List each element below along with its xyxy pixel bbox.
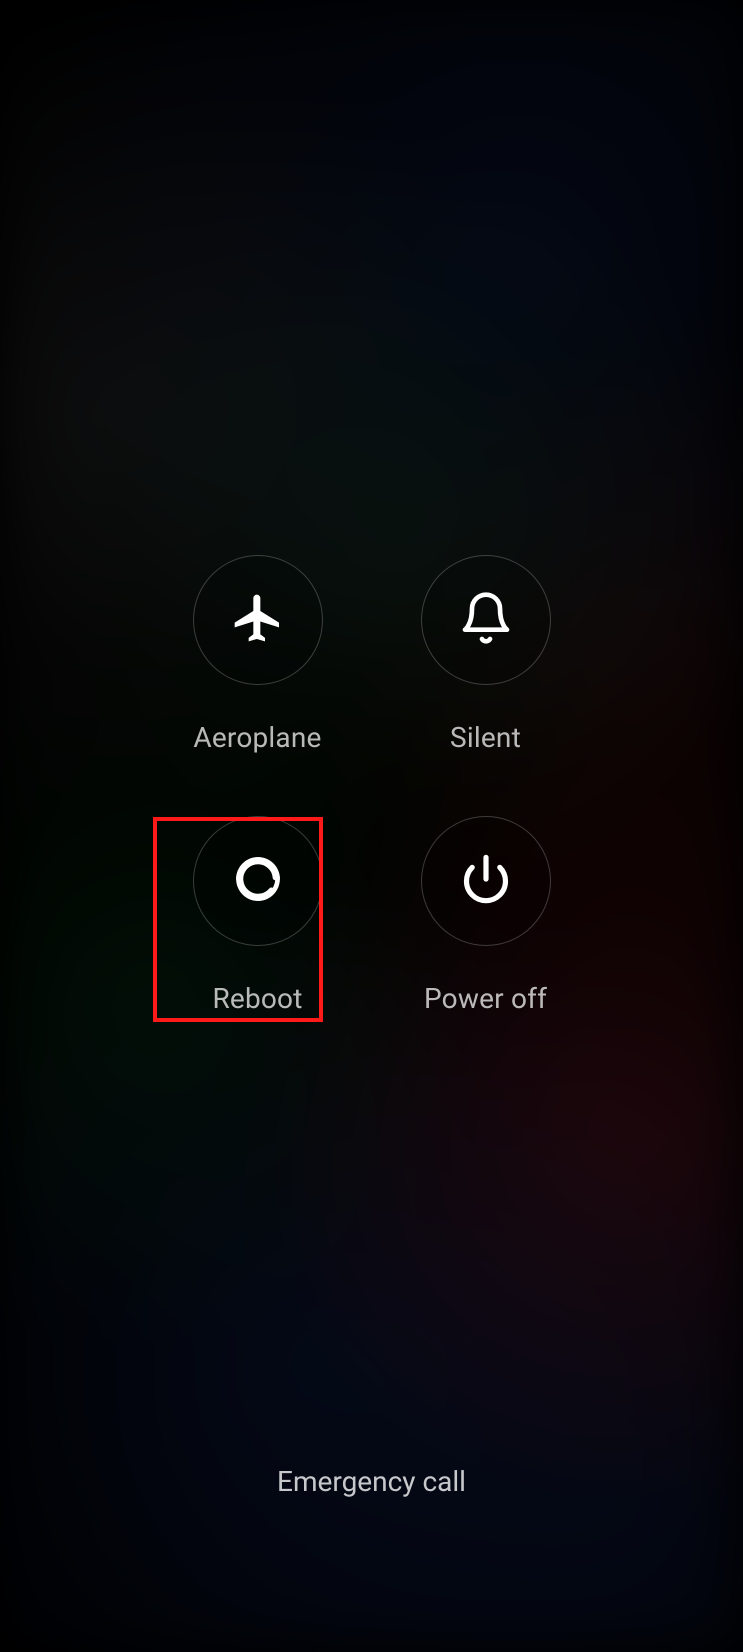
silent-mode-label: Silent bbox=[450, 721, 521, 754]
bell-icon bbox=[458, 590, 514, 650]
power-off-label: Power off bbox=[424, 982, 547, 1015]
aeroplane-mode-label: Aeroplane bbox=[193, 721, 321, 754]
power-off-item: Power off bbox=[372, 816, 600, 1015]
reboot-icon bbox=[232, 853, 284, 909]
reboot-item: Reboot bbox=[144, 816, 372, 1015]
silent-mode-item: Silent bbox=[372, 555, 600, 754]
airplane-icon bbox=[230, 590, 286, 650]
emergency-call-button[interactable]: Emergency call bbox=[0, 1465, 743, 1498]
power-icon bbox=[460, 853, 512, 909]
silent-mode-button[interactable] bbox=[421, 555, 551, 685]
reboot-label: Reboot bbox=[212, 982, 302, 1015]
emergency-call-label: Emergency call bbox=[277, 1465, 466, 1498]
aeroplane-mode-button[interactable] bbox=[193, 555, 323, 685]
power-menu: Aeroplane Silent bbox=[0, 555, 743, 1015]
power-off-button[interactable] bbox=[421, 816, 551, 946]
reboot-button[interactable] bbox=[193, 816, 323, 946]
aeroplane-mode-item: Aeroplane bbox=[144, 555, 372, 754]
